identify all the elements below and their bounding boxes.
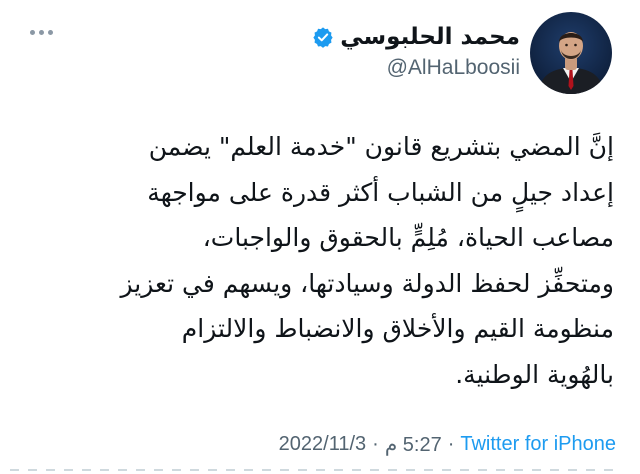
tweet-text: إنَّ المضي بتشريع قانون "خدمة العلم" يضم… (120, 132, 614, 389)
bottom-divider (0, 466, 640, 474)
author-name-row: محمد الحلبوسي (312, 24, 520, 50)
tweet-meta: 2022/11/3 · 5:27 م · Twitter for iPhone (279, 432, 616, 457)
author-handle[interactable]: @AlHaLboosii (387, 56, 520, 80)
avatar[interactable] (530, 12, 612, 94)
more-dot (30, 30, 35, 35)
tweet-date[interactable]: 2022/11/3 (279, 433, 367, 456)
verified-badge-icon (312, 26, 334, 48)
avatar-image (530, 12, 612, 94)
more-options-icon[interactable] (30, 30, 53, 35)
meta-separator: · (372, 433, 379, 455)
more-dot (48, 30, 53, 35)
tweet-card: محمد الحلبوسي @AlHaLboosii إنَّ المضي بت… (0, 0, 640, 474)
meta-separator: · (447, 433, 455, 455)
more-dot (39, 30, 44, 35)
author-display-name[interactable]: محمد الحلبوسي (340, 24, 520, 50)
tweet-time[interactable]: 5:27 م (385, 432, 442, 457)
tweet-source-link[interactable]: Twitter for iPhone (460, 433, 616, 456)
